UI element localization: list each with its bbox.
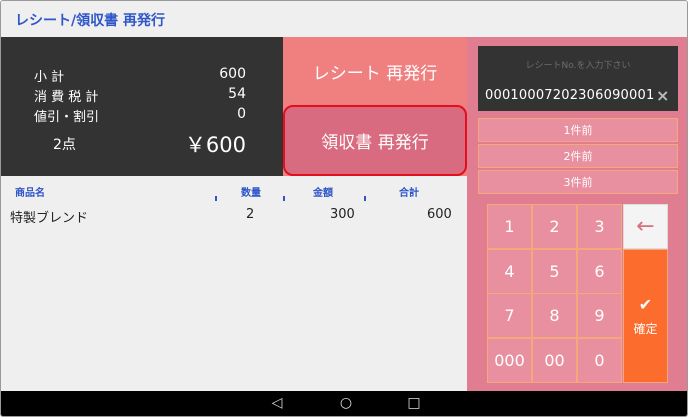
tax-label: 消 費 税 計 xyxy=(34,90,99,105)
key-3[interactable]: 3 xyxy=(577,204,622,249)
key-8[interactable]: 8 xyxy=(532,293,577,338)
tax-value: 54 xyxy=(228,86,246,102)
header-amount: 金額 xyxy=(313,188,333,199)
arrow-left-icon: ← xyxy=(636,214,655,239)
ryoshusho-reissue-button[interactable]: 領収書 再発行 xyxy=(283,105,467,176)
page-title: レシート/領収書 再発行 xyxy=(15,13,165,29)
header-qty: 数量 xyxy=(241,188,261,199)
column-divider xyxy=(364,196,366,201)
receipt-reissue-button[interactable]: レシート 再発行 xyxy=(283,37,467,105)
item-table: 商品名 数量 金額 合計 特製ブレンド 2 300 600 xyxy=(1,176,467,391)
row-amount: 300 xyxy=(330,207,355,222)
receipt-number-placeholder: レシートNo.を入力下さい xyxy=(525,61,631,71)
checkmark-icon: ✔ xyxy=(638,295,653,314)
key-000[interactable]: 000 xyxy=(487,338,532,383)
receipt-number-input[interactable]: レシートNo.を入力下さい 00010007202306090001 × xyxy=(478,46,678,111)
backspace-button[interactable]: ← xyxy=(623,204,668,249)
column-divider xyxy=(215,196,217,201)
android-nav-bar: ◁ ○ □ xyxy=(1,391,687,416)
key-00[interactable]: 00 xyxy=(532,338,577,383)
subtotal-value: 600 xyxy=(219,66,246,82)
key-0[interactable]: 0 xyxy=(577,338,622,383)
prev-3-button[interactable]: 3件前 xyxy=(478,170,678,194)
summary-panel: 小 計 600 消 費 税 計 54 値引・割引 0 2点 ￥600 xyxy=(1,37,283,176)
prev-1-button[interactable]: 1件前 xyxy=(478,118,678,142)
row-total: 600 xyxy=(427,207,452,222)
confirm-button[interactable]: ✔ 確定 xyxy=(623,249,668,383)
total-amount: ￥600 xyxy=(184,133,246,157)
row-qty: 2 xyxy=(246,207,255,222)
prev-2-button[interactable]: 2件前 xyxy=(478,144,678,168)
clear-icon[interactable]: × xyxy=(656,86,669,105)
key-2[interactable]: 2 xyxy=(532,204,577,249)
numeric-keypad: 1 2 3 ← 4 5 6 7 8 9 000 00 0 ✔ 確定 xyxy=(487,204,669,383)
receipt-number-value: 00010007202306090001 xyxy=(485,88,655,103)
header-name: 商品名 xyxy=(15,188,45,199)
header: レシート/領収書 再発行 xyxy=(1,1,687,37)
discount-value: 0 xyxy=(237,106,246,122)
confirm-label: 確定 xyxy=(633,322,658,336)
header-total: 合計 xyxy=(399,188,419,199)
subtotal-label: 小 計 xyxy=(34,70,65,85)
key-1[interactable]: 1 xyxy=(487,204,532,249)
item-count: 2点 xyxy=(53,137,76,153)
key-4[interactable]: 4 xyxy=(487,249,532,294)
key-7[interactable]: 7 xyxy=(487,293,532,338)
recents-icon[interactable]: □ xyxy=(404,395,424,411)
home-icon[interactable]: ○ xyxy=(336,395,356,411)
key-6[interactable]: 6 xyxy=(577,249,622,294)
discount-label: 値引・割引 xyxy=(34,110,100,125)
back-icon[interactable]: ◁ xyxy=(267,395,287,411)
key-9[interactable]: 9 xyxy=(577,293,622,338)
key-5[interactable]: 5 xyxy=(532,249,577,294)
column-divider xyxy=(283,196,285,201)
total-row: 2点 ￥600 xyxy=(53,129,246,159)
app-window: レシート/領収書 再発行 小 計 600 消 費 税 計 54 値引・割引 0 … xyxy=(0,0,688,417)
row-name: 特製ブレンド xyxy=(10,211,89,226)
